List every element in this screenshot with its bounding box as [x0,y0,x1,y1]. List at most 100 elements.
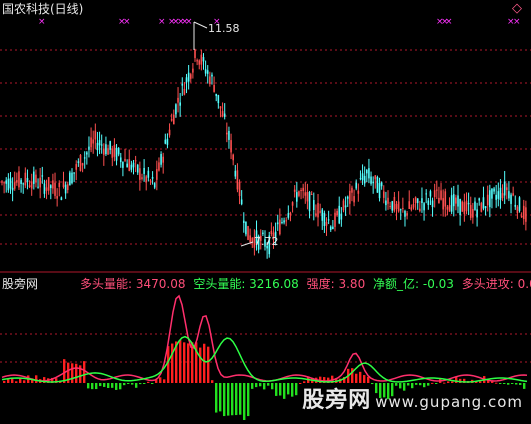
volume-bar [223,383,226,417]
candle-body [128,159,131,171]
volume-bar [279,383,282,396]
candle-body [232,154,234,161]
candle-body [81,163,84,166]
volume-bar [87,383,90,389]
candle-body [58,182,61,187]
volume-bar [95,383,98,390]
candle-body [298,191,300,196]
candle-body [96,142,99,151]
candle-body [410,207,413,210]
candle-body [349,190,351,204]
candle-body [353,196,355,203]
candle-body [334,212,336,227]
candle-body [79,154,82,171]
chart-canvas[interactable]: × ×× × ××××× × ××× ×× [0,0,531,421]
volume-bar [139,383,142,385]
candle-body [105,144,107,155]
candle-body [433,190,436,197]
volume-bar [275,383,278,396]
candle-body [312,200,315,211]
candle-body [525,207,527,222]
volume-bar [163,379,166,383]
volume-bar [291,383,294,397]
candle-body [236,170,239,190]
candle-body [94,130,97,140]
short-energy-line [1,335,528,383]
volume-bar [19,378,22,383]
candle-body [39,177,41,188]
candle-body [126,163,128,168]
candle-body [465,200,468,212]
chart-window[interactable]: × × × × × × × × × × × × × × × 国农科技(日线) ◇ 11.58 7.72 股旁… [0,0,531,421]
candle-body [132,162,135,168]
candle-body [276,222,279,225]
candle-body [204,69,207,74]
candle-body [172,114,175,125]
candle-body [442,198,444,210]
signal-marker: × [158,17,166,27]
volume-bar [263,383,266,390]
candle-body [60,197,63,201]
candle-body [20,179,22,185]
candle-body [327,219,330,221]
legend-strength: 强度: 3.80 [306,277,366,291]
long-energy-line [1,294,528,382]
candle-body [71,172,73,184]
candle-body [378,183,381,199]
volume-bar [3,380,6,383]
candle-body [512,193,514,196]
candle-body [472,208,474,218]
candle-body [366,170,368,174]
candle-body [149,180,152,182]
volume-bar [99,383,102,387]
candle-body [463,202,466,214]
candle-body [416,198,419,203]
candle-body [249,235,251,243]
volume-bar [159,377,162,383]
price-candles[interactable] [1,48,527,259]
candle-body [306,191,309,202]
diamond-outline-icon[interactable]: ◇ [512,2,522,16]
candle-body [491,188,493,199]
candle-body [389,206,391,208]
candle-body [501,193,504,199]
candle-body [461,201,464,212]
candle-body [363,175,366,184]
candle-body [448,205,451,212]
candle-body [115,147,118,161]
candle-body [90,137,92,148]
candle-body [357,190,360,194]
candle-body [325,222,328,226]
candle-body [162,156,164,163]
volume-bar [271,383,274,390]
candle-body [452,194,455,207]
candle-body [478,198,481,201]
candle-body [130,164,133,170]
candle-body [124,158,126,161]
candle-body [189,74,192,79]
candle-body [459,199,461,216]
candle-body [516,206,519,214]
candle-body [412,203,415,208]
candle-body [230,140,232,153]
candle-body [270,230,273,235]
candle-body [444,191,447,207]
candle-body [404,210,406,217]
candle-body [395,204,398,209]
candle-body [54,182,56,196]
candle-body [234,170,237,177]
candle-body [455,197,457,204]
candle-body [319,211,321,213]
candle-body [16,180,18,183]
candle-body [414,197,417,204]
candle-body [24,172,27,186]
candle-body [355,182,358,189]
candle-body [336,210,338,216]
candle-body [98,140,101,146]
signal-marker: × [38,17,46,27]
candle-body [151,177,154,179]
candle-body [113,144,116,157]
candle-body [92,139,95,144]
candle-body [382,191,385,198]
candle-body [484,206,487,208]
